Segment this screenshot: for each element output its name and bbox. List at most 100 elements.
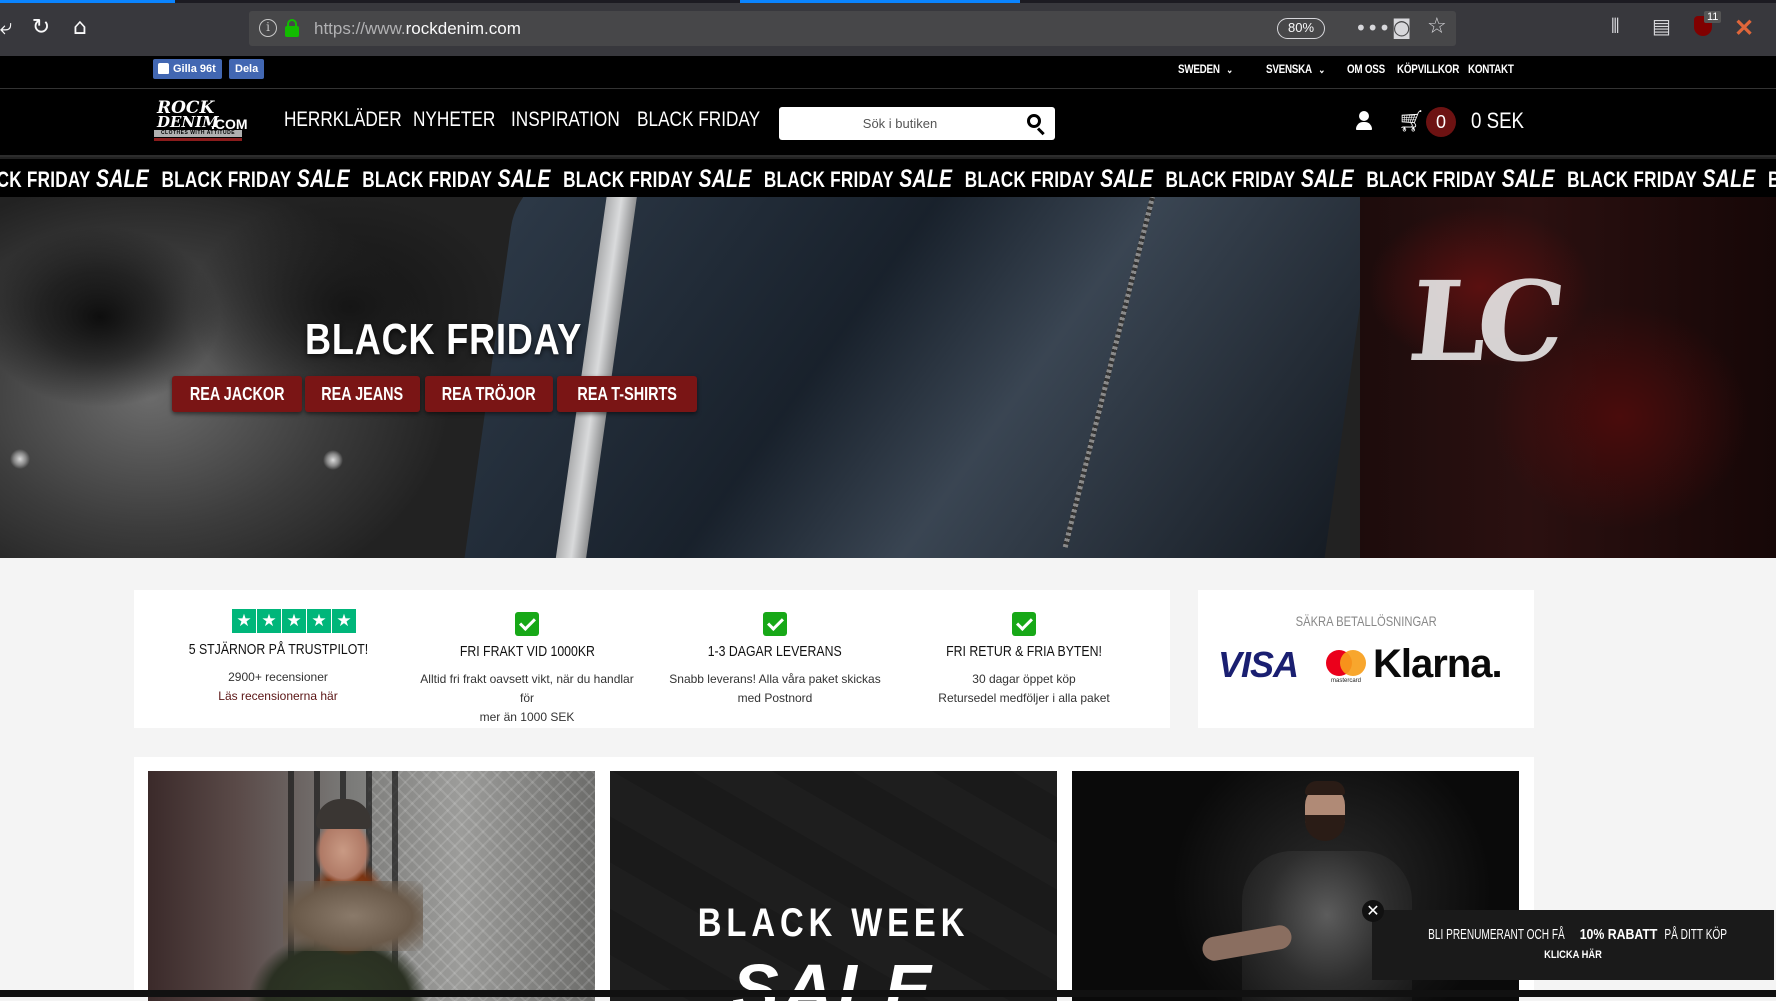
mastercard-logo: mastercard	[1326, 648, 1366, 688]
trustpilot-star-icon: ★	[307, 609, 331, 633]
star-icon[interactable]: ☆	[1427, 14, 1447, 39]
language-selector[interactable]: SVENSKA ⌄	[1266, 62, 1325, 76]
nav-nyheter[interactable]: NYHETER	[413, 108, 495, 132]
trustpilot-star-icon: ★	[232, 609, 256, 633]
trustpilot-star-icon: ★	[257, 609, 281, 633]
back-icon[interactable]: ⤶	[0, 14, 20, 42]
usp-title: 1-3 DAGAR LEVERANS	[708, 643, 842, 660]
chevron-down-icon: ⌄	[1226, 65, 1233, 76]
trustpilot-review-count: 2900+ recensioner	[228, 670, 328, 684]
site-logo[interactable]: ROCK DENIM .COM CLOTHES WITH ATTITUDE	[154, 100, 248, 142]
nav-herrklader[interactable]: HERRKLÄDER	[284, 108, 402, 132]
check-icon	[1012, 612, 1036, 636]
extension-x-icon[interactable]: ✕	[1734, 14, 1754, 43]
usp-text-line: 30 dagar öppet köp	[972, 672, 1076, 686]
cart-count-badge[interactable]: 0	[1426, 107, 1456, 137]
more-icon[interactable]: •••	[1355, 16, 1390, 40]
logo-text-denim: DENIM	[157, 113, 219, 131]
ticker-text: BLACK FRIDAY	[1567, 167, 1698, 192]
contact-link[interactable]: KONTAKT	[1468, 62, 1514, 76]
check-icon	[515, 612, 539, 636]
bottom-edge	[0, 990, 1776, 997]
facebook-like-button[interactable]: Gilla 96t	[153, 59, 222, 79]
rea-tshirts-button[interactable]: REA T-SHIRTS	[557, 376, 697, 412]
ticker-text: BLACK FRIDAY	[1165, 167, 1296, 192]
ticker-track: ACK FRIDAYSALEBLACK FRIDAYSALEBLACK FRID…	[0, 165, 1776, 194]
newsletter-popup: BLI PRENUMERANT OCH FÅ 10% RABATT PÅ DIT…	[1372, 910, 1774, 980]
url-text[interactable]: https://www.rockdenim.com	[314, 19, 521, 39]
rea-jackor-button[interactable]: REA JACKOR	[172, 376, 302, 412]
browser-toolbar: ⤶ ↻ ⌂ i https://www.rockdenim.com 80% ••…	[0, 0, 1776, 56]
payments-panel: SÄKRA BETALLÖSNINGAR VISA mastercard Kla…	[1198, 590, 1534, 728]
black-friday-ticker[interactable]: ACK FRIDAYSALEBLACK FRIDAYSALEBLACK FRID…	[0, 157, 1776, 197]
black-week-title: BLACK WEEK	[697, 901, 970, 945]
cart-total[interactable]: 0 SEK	[1471, 108, 1524, 134]
ticker-text: BLACK FRIDAY	[563, 167, 694, 192]
trustpilot-star-icon: ★	[332, 609, 356, 633]
ticker-text: BLACK FRIDAY	[161, 167, 292, 192]
pocket-icon[interactable]: ◙	[1392, 15, 1411, 39]
usp-text-line: Snabb leverans! Alla våra paket skickas	[669, 672, 881, 686]
sidebar-icon[interactable]: ▤	[1652, 14, 1671, 38]
usp-free-returns: FRI RETUR & FRIA BYTEN! 30 dagar öppet k…	[899, 590, 1149, 728]
tile-model-image	[1305, 781, 1345, 795]
ticker-sale-text: SALE	[96, 165, 149, 193]
trustpilot-title: 5 STJÄRNOR PÅ TRUSTPILOT!	[188, 641, 368, 658]
tile-model-image	[1305, 815, 1345, 841]
usp-panel: ★ ★ ★ ★ ★ 5 STJÄRNOR PÅ TRUSTPILOT! 2900+ re…	[134, 590, 1170, 728]
nav-black-friday[interactable]: BLACK FRIDAY	[637, 108, 760, 132]
usp-delivery: 1-3 DAGAR LEVERANS Snabb leverans! Alla …	[650, 590, 900, 728]
payments-title: SÄKRA BETALLÖSNINGAR	[1295, 613, 1437, 629]
ticker-text: BLACK FRIDAY	[964, 167, 1095, 192]
hero-title: BLACK FRIDAY	[305, 315, 583, 364]
rea-trojor-button[interactable]: REA TRÖJOR	[425, 376, 553, 412]
search-input[interactable]	[785, 112, 1015, 134]
url-bar[interactable]: i https://www.rockdenim.com 80% ••• ◙ ☆	[249, 11, 1456, 46]
chevron-down-icon: ⌄	[1318, 65, 1326, 76]
reload-icon[interactable]: ↻	[27, 14, 55, 42]
nav-inspiration[interactable]: INSPIRATION	[511, 108, 620, 132]
ticker-sale-text: SALE	[497, 165, 551, 193]
about-link[interactable]: OM OSS	[1347, 62, 1385, 76]
ticker-sale-text: SALE	[1501, 165, 1555, 193]
ticker-text: BLACK FRIDAY	[362, 167, 493, 192]
ticker-sale-text: SALE	[296, 165, 350, 193]
campaign-tile-black-week[interactable]: BLACK WEEK SALE	[610, 771, 1057, 1001]
trustpilot-block[interactable]: ★ ★ ★ ★ ★ 5 STJÄRNOR PÅ TRUSTPILOT! 2900+ re…	[153, 590, 403, 728]
tile-model-image	[283, 881, 423, 951]
info-icon[interactable]: i	[259, 19, 277, 37]
newsletter-text: BLI PRENUMERANT OCH FÅ 10% RABATT PÅ DIT…	[1427, 926, 1727, 943]
cart-icon[interactable]: 🛒︎	[1398, 109, 1425, 134]
search-box	[779, 107, 1055, 140]
terms-link[interactable]: KÖPVILLKOR	[1397, 62, 1459, 76]
country-selector[interactable]: SWEDEN ⌄	[1178, 62, 1233, 76]
usp-text-line: mer än 1000 SEK	[479, 710, 575, 724]
tab-strip	[0, 0, 1776, 3]
zoom-level-badge[interactable]: 80%	[1277, 18, 1325, 39]
trustpilot-star-icon: ★	[282, 609, 306, 633]
campaign-grid: BLACK WEEK SALE	[134, 757, 1534, 1001]
campaign-tile-jackets[interactable]	[148, 771, 595, 1001]
search-icon[interactable]	[1027, 114, 1047, 136]
newsletter-link[interactable]: KLICKA HÄR	[1544, 949, 1602, 961]
rea-jeans-button[interactable]: REA JEANS	[305, 376, 420, 412]
lock-icon	[285, 19, 299, 37]
ticker-text: ACK FRIDAY	[0, 167, 91, 192]
usp-text-line: med Postnord	[737, 691, 813, 705]
trustpilot-reviews-link[interactable]: Läs recensionerna här	[153, 689, 403, 703]
close-icon[interactable]: ✕	[1362, 900, 1384, 922]
ticker-sale-text: SALE	[1100, 165, 1154, 193]
ticker-sale-text: SALE	[899, 165, 953, 193]
ticker-sale-text: SALE	[698, 165, 752, 193]
usp-text-line: Alltid fri frakt oavsett vikt, när du ha…	[420, 672, 634, 705]
thumbs-up-icon	[158, 63, 169, 74]
check-icon	[763, 612, 787, 636]
facebook-share-button[interactable]: Dela	[229, 59, 265, 79]
klarna-logo: Klarna.	[1373, 642, 1503, 686]
user-icon[interactable]	[1355, 111, 1373, 131]
ticker-text: BLACK FRIDAY	[1768, 167, 1776, 192]
library-icon[interactable]: ⫴	[1611, 14, 1619, 38]
home-icon[interactable]: ⌂	[66, 14, 94, 42]
logo-tagline: CLOTHES WITH ATTITUDE	[154, 130, 242, 137]
ublock-count-badge: 11	[1704, 11, 1722, 23]
